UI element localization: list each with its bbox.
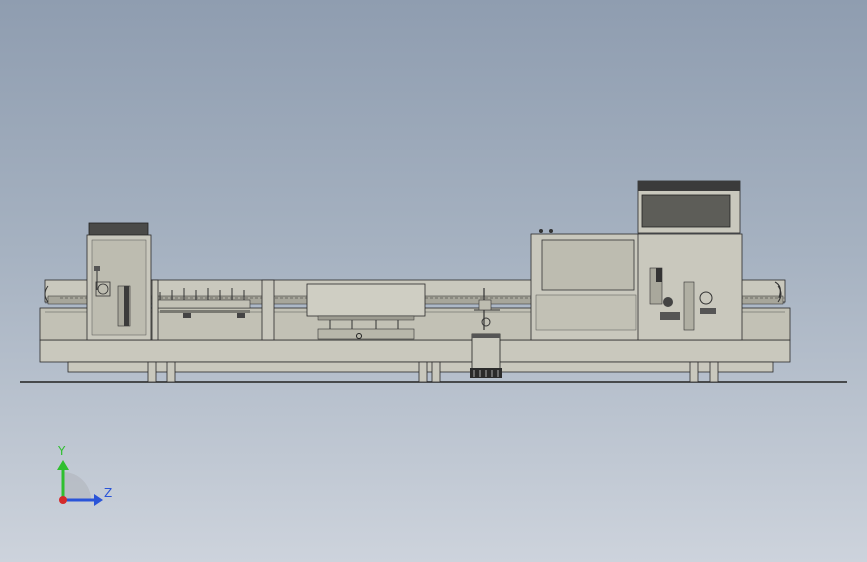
x-axis-dot <box>59 496 67 504</box>
machine-model-view[interactable]: Y Z <box>0 0 867 562</box>
center-hood <box>306 283 426 340</box>
y-arrow-head <box>57 460 69 470</box>
cad-viewport[interactable]: Y Z <box>0 0 867 562</box>
left-cabinet <box>86 222 152 341</box>
y-axis-label: Y <box>57 444 66 458</box>
coordinate-triad: Y Z <box>57 444 112 506</box>
z-arrow-head <box>94 494 103 506</box>
z-axis-label: Z <box>104 486 112 500</box>
